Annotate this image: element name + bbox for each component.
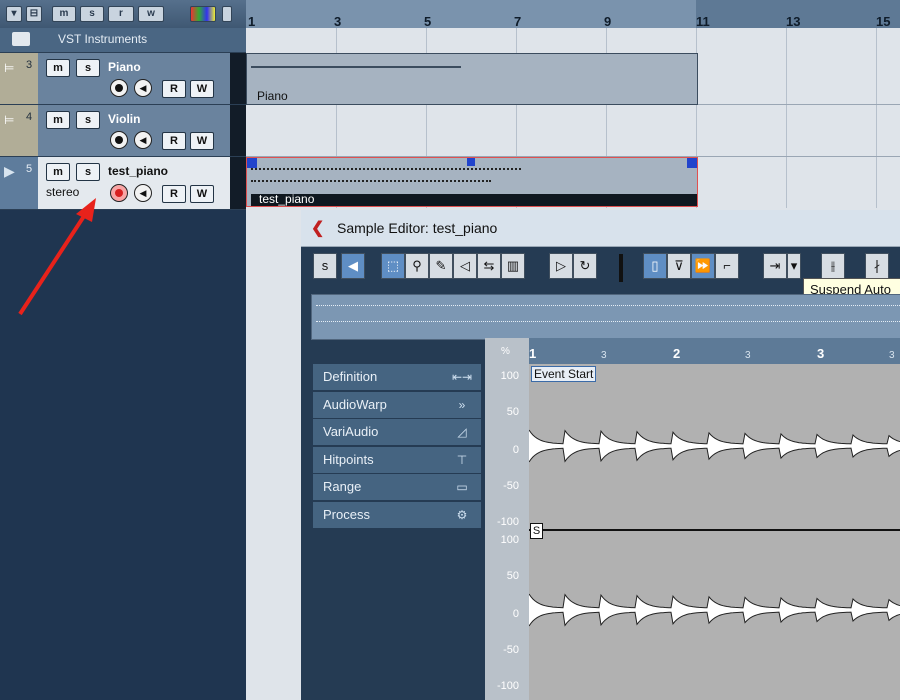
solo-editor-icon[interactable]: s bbox=[313, 253, 337, 279]
ruler-tick: 3 bbox=[817, 346, 825, 361]
waveform-display[interactable] bbox=[529, 364, 900, 700]
inspector-label: AudioWarp bbox=[323, 396, 387, 412]
time-warp-icon[interactable]: ▥ bbox=[501, 253, 525, 279]
scale-label: 0 bbox=[512, 444, 519, 456]
inspector-label: Definition bbox=[323, 369, 378, 384]
amplitude-scale: % 100 50 0 -50 -100 100 50 0 -50 -100 bbox=[485, 338, 529, 700]
dropdown-icon[interactable]: ▾ bbox=[787, 253, 801, 279]
scale-label: 0 bbox=[512, 608, 519, 620]
window-title-bar[interactable]: ❮ Sample Editor: test_piano bbox=[301, 210, 900, 247]
inspector-label: Process bbox=[323, 506, 370, 522]
zoom-icon[interactable]: ⚲ bbox=[405, 253, 429, 279]
range-selection-icon[interactable]: ⬚ bbox=[381, 253, 405, 279]
scrub-icon[interactable]: ⇆ bbox=[477, 253, 501, 279]
overview-waveform bbox=[316, 321, 900, 323]
split-icon[interactable]: ⫲ bbox=[821, 253, 845, 279]
inspector-label: VariAudio bbox=[323, 424, 379, 439]
audition-icon[interactable]: ◀ bbox=[341, 253, 365, 279]
cubase-logo-icon: ❮ bbox=[311, 220, 325, 237]
show-event-icon[interactable]: ▯ bbox=[643, 253, 667, 279]
inspector-panel: Definition ⇤⇥ AudioWarp » VariAudio ◿ Hitpo… bbox=[313, 364, 481, 529]
inspector-range[interactable]: Range ▭ bbox=[313, 474, 481, 500]
inspector-definition[interactable]: Definition ⇤⇥ bbox=[313, 364, 481, 390]
sample-editor-window: ❮ Sample Editor: test_piano s ◀ ⬚ ⚲ ✎ ◁ … bbox=[301, 210, 900, 700]
inspector-audiowarp[interactable]: AudioWarp » bbox=[313, 391, 481, 418]
editor-ruler[interactable]: 1 3 2 3 3 3 bbox=[529, 338, 900, 364]
inspector-label: Hitpoints bbox=[323, 451, 374, 467]
auto-scroll-icon[interactable]: ⏩ bbox=[691, 253, 715, 279]
scale-label: 100 bbox=[500, 370, 519, 382]
inspector-variaudio[interactable]: VariAudio ◿ bbox=[313, 419, 481, 445]
window-title: Sample Editor: test_piano bbox=[337, 220, 498, 236]
ruler-subtick: 3 bbox=[889, 350, 895, 361]
play-speaker-icon[interactable]: ◁ bbox=[453, 253, 477, 279]
scale-label: -50 bbox=[503, 644, 519, 656]
scale-label: 100 bbox=[500, 534, 519, 546]
inspector-label: Range bbox=[323, 479, 362, 494]
event-start-marker[interactable]: Event Start bbox=[531, 366, 597, 382]
suspend-auto-scroll-icon[interactable]: ⌐ bbox=[715, 253, 739, 279]
ruler-subtick: 3 bbox=[745, 350, 751, 361]
scale-label: 50 bbox=[506, 406, 519, 418]
gear-icon: ⚙ bbox=[456, 507, 468, 522]
ruler-tick: 1 bbox=[529, 346, 537, 361]
volume-slider[interactable] bbox=[619, 254, 623, 282]
overview-waveform bbox=[316, 305, 900, 307]
ruler-subtick: 3 bbox=[601, 350, 607, 361]
variaudio-icon: ◿ bbox=[457, 425, 467, 439]
range-icon: ▭ bbox=[456, 480, 468, 494]
scale-label: 50 bbox=[506, 570, 519, 582]
play-icon[interactable]: ▷ bbox=[549, 253, 573, 279]
scale-label: -100 bbox=[496, 680, 519, 692]
audiowarp-icon: » bbox=[458, 397, 466, 412]
definition-icon: ⇤⇥ bbox=[451, 370, 473, 384]
scale-label: -100 bbox=[496, 516, 519, 528]
snap-icon[interactable]: ⇥ bbox=[763, 253, 787, 279]
inspector-hitpoints[interactable]: Hitpoints ⊤ bbox=[313, 446, 481, 473]
overview-line[interactable] bbox=[311, 294, 900, 340]
inspector-process[interactable]: Process ⚙ bbox=[313, 501, 481, 528]
sync-point-marker[interactable]: S bbox=[530, 523, 543, 539]
scale-label: -50 bbox=[503, 480, 519, 492]
ruler-tick: 2 bbox=[673, 346, 681, 361]
audio-waveform bbox=[529, 429, 900, 627]
curve-icon[interactable]: ∤ bbox=[865, 253, 889, 279]
draw-pencil-icon[interactable]: ✎ bbox=[429, 253, 453, 279]
snap-zero-icon[interactable]: ⊽ bbox=[667, 253, 691, 279]
hitpoints-icon: ⊤ bbox=[456, 452, 468, 467]
loop-icon[interactable]: ↻ bbox=[573, 253, 597, 279]
scale-unit: % bbox=[501, 346, 510, 357]
